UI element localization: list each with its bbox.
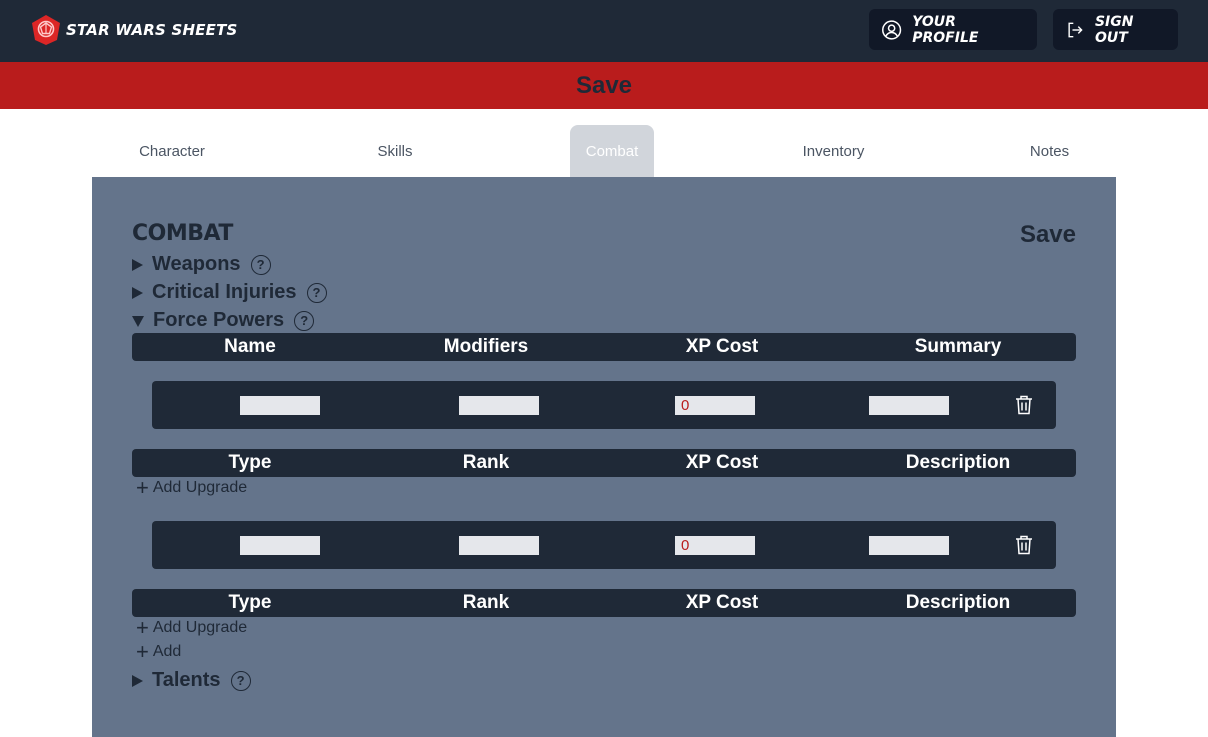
power-summary-input[interactable]: [869, 536, 949, 555]
caret-right-icon: [132, 286, 143, 299]
column-header: Description: [905, 452, 1011, 473]
help-icon[interactable]: ?: [230, 670, 251, 691]
user-circle-icon: [882, 19, 902, 40]
column-header: Name: [224, 336, 276, 357]
section-critical-injuries-toggle[interactable]: Critical Injuries ?: [132, 281, 327, 304]
your-profile-button[interactable]: Your Profile: [869, 9, 1037, 50]
combat-panel: Combat Save Weapons ? Critical Injuries …: [92, 177, 1116, 737]
section-critical-injuries-label: Critical Injuries: [152, 281, 297, 303]
sign-out-label: Sign Out: [1094, 13, 1134, 46]
column-header: Type: [228, 592, 272, 613]
column-header: Modifiers: [443, 336, 529, 357]
add-upgrade-button[interactable]: + Add Upgrade: [136, 475, 248, 500]
section-force-powers-label: Force Powers: [153, 309, 285, 331]
power-xp-cost-input[interactable]: [675, 396, 755, 415]
add-label: Add: [152, 643, 182, 660]
upgrades-header: Type Rank XP Cost Description: [132, 589, 1076, 617]
section-force-powers-toggle[interactable]: Force Powers ?: [132, 309, 315, 332]
caret-right-icon: [132, 674, 143, 687]
power-modifiers-input[interactable]: [459, 396, 539, 415]
column-header: Description: [905, 592, 1011, 613]
power-xp-cost-input[interactable]: [675, 536, 755, 555]
help-icon[interactable]: ?: [306, 282, 327, 303]
power-modifiers-input[interactable]: [459, 536, 539, 555]
page-title: Combat: [132, 221, 233, 246]
section-weapons-toggle[interactable]: Weapons ?: [132, 253, 271, 276]
add-upgrade-label: Add Upgrade: [152, 619, 248, 636]
rebel-shield-logo-icon: [32, 15, 60, 45]
add-upgrade-button[interactable]: + Add Upgrade: [136, 615, 248, 640]
tab-notes[interactable]: Notes: [1019, 125, 1080, 177]
caret-down-icon: [132, 316, 144, 327]
tab-character[interactable]: Character: [129, 125, 215, 177]
sign-out-icon: [1068, 22, 1083, 37]
column-header: Type: [228, 452, 272, 473]
force-power-row: [152, 521, 1056, 569]
trash-icon[interactable]: [1015, 535, 1033, 555]
caret-right-icon: [132, 258, 143, 271]
section-talents-toggle[interactable]: Talents ?: [132, 669, 251, 692]
tab-skills[interactable]: Skills: [365, 125, 425, 177]
trash-icon[interactable]: [1015, 395, 1033, 415]
power-summary-input[interactable]: [869, 396, 949, 415]
column-header: XP Cost: [685, 336, 759, 357]
top-nav: Star Wars Sheets Your Profile Sign Out: [0, 0, 1208, 62]
force-power-row: [152, 381, 1056, 429]
tab-inventory[interactable]: Inventory: [792, 125, 875, 177]
column-header: Rank: [462, 452, 510, 473]
save-banner-button[interactable]: Save: [0, 62, 1208, 109]
upgrades-header: Type Rank XP Cost Description: [132, 449, 1076, 477]
brand[interactable]: Star Wars Sheets: [30, 14, 238, 46]
help-icon[interactable]: ?: [250, 254, 271, 275]
column-header: Rank: [462, 592, 510, 613]
plus-icon: +: [136, 475, 149, 500]
add-force-power-button[interactable]: + Add: [136, 639, 182, 664]
section-talents-label: Talents: [152, 669, 221, 691]
plus-icon: +: [136, 615, 149, 640]
force-powers-header: Name Modifiers XP Cost Summary: [132, 333, 1076, 361]
tab-combat[interactable]: Combat: [570, 125, 654, 177]
plus-icon: +: [136, 639, 149, 664]
your-profile-label: Your Profile: [912, 13, 979, 46]
power-name-input[interactable]: [240, 536, 320, 555]
column-header: XP Cost: [685, 592, 759, 613]
column-header: Summary: [914, 336, 1002, 357]
help-icon[interactable]: ?: [294, 310, 315, 331]
add-upgrade-label: Add Upgrade: [152, 479, 248, 496]
panel-save-button[interactable]: Save: [1020, 221, 1076, 249]
brand-name: Star Wars Sheets: [66, 21, 238, 39]
power-name-input[interactable]: [240, 396, 320, 415]
section-weapons-label: Weapons: [152, 253, 241, 275]
column-header: XP Cost: [685, 452, 759, 473]
sign-out-button[interactable]: Sign Out: [1053, 9, 1178, 50]
